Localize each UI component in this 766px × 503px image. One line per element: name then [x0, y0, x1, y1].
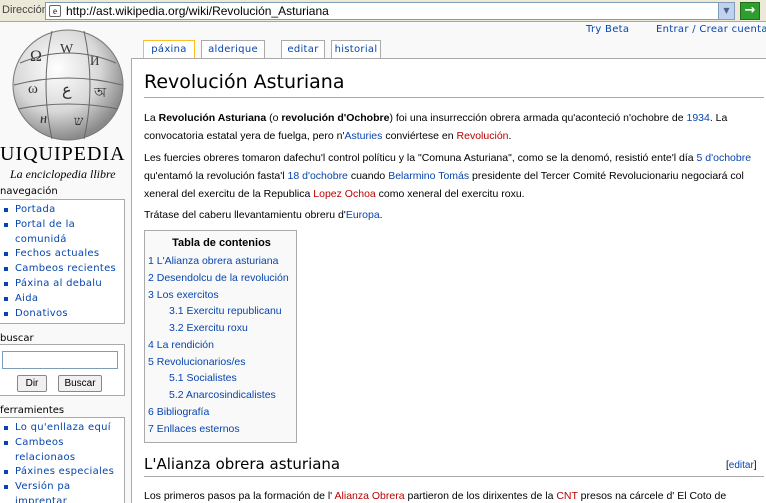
section-edit: [editar]	[726, 460, 757, 471]
text: La	[144, 112, 159, 124]
sidebar-item-current-events[interactable]: Fechos actuales	[4, 247, 124, 262]
svg-text:W: W	[60, 42, 74, 57]
table-of-contents: Tabla de contenios 1 L'Alianza obrera as…	[144, 230, 297, 443]
text: partieron de los dirixentes de la	[404, 490, 557, 502]
text: .	[508, 130, 512, 142]
sidebar-item-help[interactable]: Aida	[4, 292, 124, 307]
toc-item[interactable]: 6 Bibliografía	[148, 406, 209, 418]
bracket: ]	[753, 460, 757, 471]
text: ) foi una insurrección obrera armada qu'…	[389, 112, 687, 124]
sidebar-item-special-pages[interactable]: Páxines especiales	[4, 465, 124, 480]
logo-tagline: La enciclopedia llibre	[10, 167, 116, 181]
link-lopez-ochoa[interactable]: Lopez Ochoa	[313, 188, 375, 200]
navigation-heading: navegación	[0, 186, 58, 197]
logo-wordmark: UIQUIPEDIA	[0, 143, 126, 165]
toc-item[interactable]: 4 La rendición	[148, 339, 214, 351]
link-belarmino-tomas[interactable]: Belarmino Tomás	[388, 170, 469, 182]
address-bar: Dirección e http://ast.wikipedia.org/wik…	[0, 0, 766, 22]
link-1934[interactable]: 1934	[686, 112, 709, 124]
page-title: Revolución Asturiana	[144, 71, 345, 93]
text: (o	[266, 112, 282, 124]
svg-text:ዘ: ዘ	[40, 111, 47, 126]
tab-page-label: páxina	[151, 44, 187, 55]
title-divider	[144, 97, 764, 98]
sidebar-item-whatlinkshere[interactable]: Lo qu'enllaza equí	[4, 421, 124, 436]
link-5-ochobre[interactable]: 5 d'ochobre	[697, 152, 752, 164]
address-label: Dirección	[2, 4, 48, 16]
search-heading: buscar	[0, 333, 34, 344]
toc-item[interactable]: 3.2 Exercitu roxu	[169, 322, 248, 334]
tab-page[interactable]: páxina	[143, 40, 195, 59]
tools-portlet: Lo qu'enllaza equí Cambeos relacionaos P…	[0, 417, 125, 503]
text: Les fuercies obreres tomaron dafechu'l c…	[144, 152, 697, 164]
sidebar-item-recent-changes[interactable]: Cambeos recientes	[4, 262, 124, 277]
toc-item[interactable]: 3 Los exercitos	[148, 289, 219, 301]
section-edit-link[interactable]: editar	[729, 460, 754, 471]
sidebar-item-portada[interactable]: Portada	[4, 203, 124, 218]
fourth-paragraph: Los primeros pasos pa la formación de l'…	[144, 487, 762, 503]
toc-item[interactable]: 5.2 Anarcosindicalistes	[169, 389, 276, 401]
search-button[interactable]: Buscar	[58, 375, 102, 392]
sidebar-item-community-portal[interactable]: Portal de la comunidá	[4, 218, 124, 248]
section-heading: L'Alianza obrera asturiana	[144, 455, 341, 473]
toc-item[interactable]: 7 Enllaces esternos	[148, 423, 240, 435]
bold-term: revolución d'Ochobre	[281, 112, 390, 124]
url-input[interactable]: e http://ast.wikipedia.org/wiki/Revoluci…	[45, 2, 735, 20]
link-cnt[interactable]: CNT	[556, 490, 577, 502]
tools-heading: ferramientes	[0, 405, 65, 416]
wikipedia-logo[interactable]: Ω W И ω ع অ ዘ ש UIQUIPEDIA La encicloped…	[0, 23, 135, 185]
article-content: Revolución Asturiana La Revolución Astur…	[131, 58, 766, 503]
sidebar-item-donations[interactable]: Donativos	[4, 307, 124, 322]
go-search-button[interactable]: Dir	[17, 375, 47, 392]
url-text[interactable]: http://ast.wikipedia.org/wiki/Revolución…	[66, 4, 329, 18]
second-paragraph: Les fuercies obreres tomaron dafechu'l c…	[144, 149, 762, 203]
svg-text:অ: অ	[93, 86, 107, 101]
tab-history[interactable]: historial	[331, 40, 381, 58]
svg-text:ש: ש	[74, 113, 84, 128]
toc-item[interactable]: 5.1 Socialistes	[169, 372, 237, 384]
link-asturies[interactable]: Asturies	[344, 130, 382, 142]
third-paragraph: Trátase del caberu llevantamientu obreru…	[144, 206, 762, 224]
svg-text:И: И	[90, 53, 99, 68]
tab-talk[interactable]: alderique	[201, 40, 265, 58]
login-link[interactable]: Entrar / Crear cuenta	[656, 24, 766, 35]
link-alianza-obrera[interactable]: Alianza Obrera	[335, 490, 405, 502]
text: presos na cárcele d' El Coto de	[577, 490, 727, 502]
text: .	[379, 209, 383, 221]
text: Los primeros pasos pa la formación de l'	[144, 490, 335, 502]
link-revolucion[interactable]: Revolución	[457, 130, 509, 142]
svg-text:ع: ع	[62, 82, 72, 99]
toc-item[interactable]: 5 Revolucionarios/es	[148, 356, 245, 368]
page-favicon-icon: e	[49, 5, 61, 17]
text: qu'entamó la revolución fasta'l	[144, 170, 288, 182]
go-button[interactable]: →	[740, 2, 760, 20]
toc-title: Tabla de contenios	[172, 237, 271, 249]
toc-item[interactable]: 3.1 Exercitu republicanu	[169, 305, 282, 317]
intro-paragraph: La Revolución Asturiana (o revolución d'…	[144, 109, 762, 145]
toc-item[interactable]: 1 L'Alianza obrera asturiana	[148, 255, 278, 267]
link-18-ochobre[interactable]: 18 d'ochobre	[288, 170, 348, 182]
link-europa[interactable]: Europa	[346, 209, 380, 221]
tab-edit[interactable]: editar	[281, 40, 325, 58]
navigation-portlet: Portada Portal de la comunidá Fechos act…	[0, 199, 125, 324]
svg-text:ω: ω	[28, 81, 38, 97]
text: conviértese en	[382, 130, 457, 142]
text: cuando	[347, 170, 389, 182]
section-divider	[144, 476, 764, 477]
sidebar-item-printable[interactable]: Versión pa imprentar	[4, 480, 124, 503]
svg-text:Ω: Ω	[30, 48, 42, 65]
search-portlet: Dir Buscar	[0, 344, 125, 396]
text: Trátase del caberu llevantamientu obreru…	[144, 209, 346, 221]
sidebar-item-related-changes[interactable]: Cambeos relacionaos	[4, 436, 124, 466]
puzzle-globe-icon: Ω W И ω ع অ ዘ ש	[12, 29, 124, 141]
sidebar-item-random-page[interactable]: Páxina al debalu	[4, 277, 124, 292]
toc-item[interactable]: 2 Desendolcu de la revolución	[148, 272, 289, 284]
text: como xeneral del exercitu roxu.	[375, 188, 525, 200]
bold-term: Revolución Asturiana	[158, 112, 267, 124]
chevron-down-icon[interactable]: ▼	[718, 3, 734, 19]
try-beta-link[interactable]: Try Beta	[586, 24, 629, 35]
search-input[interactable]	[2, 351, 118, 369]
